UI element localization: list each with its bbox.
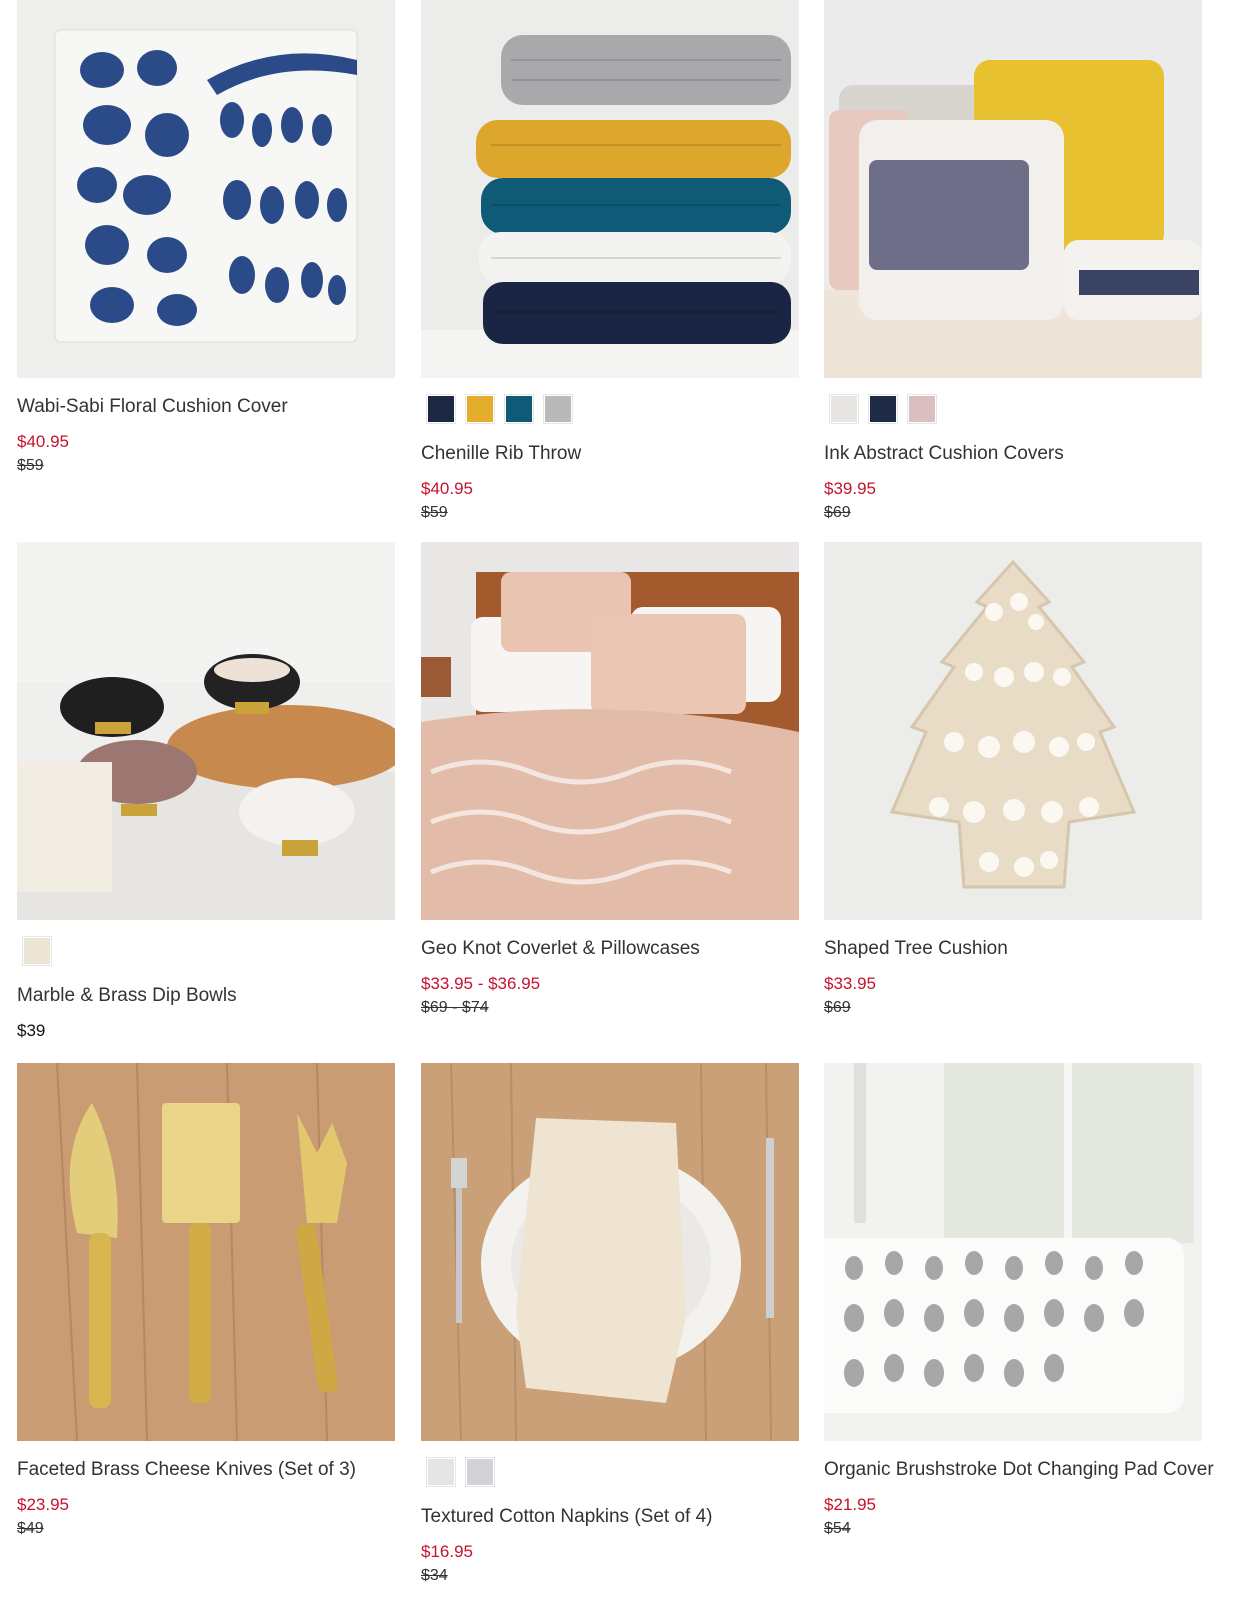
color-swatch[interactable] [907,394,937,424]
original-price: $59 [421,504,448,521]
product-title[interactable]: Organic Brushstroke Dot Changing Pad Cov… [824,1456,1214,1484]
color-swatch[interactable] [426,1457,456,1487]
original-price: $54 [824,1520,851,1537]
swatch-color [506,396,532,422]
product-image[interactable] [421,542,799,920]
color-swatches [421,394,799,424]
product-image[interactable] [17,0,395,378]
product-card[interactable]: Ink Abstract Cushion Covers $39.95 $69 [824,0,1202,524]
product-title[interactable]: Geo Knot Coverlet & Pillowcases [421,935,799,963]
color-swatches [824,394,1202,424]
product-image[interactable] [824,542,1202,920]
original-price: $69 - $74 [421,999,489,1016]
product-image[interactable] [17,542,395,920]
color-swatch[interactable] [465,394,495,424]
product-image[interactable] [421,0,799,378]
product-image[interactable] [421,1063,799,1441]
color-swatch[interactable] [426,394,456,424]
sale-price: $40.95 [17,432,69,451]
original-price: $69 [824,504,851,521]
product-image[interactable] [824,1063,1202,1441]
color-swatch[interactable] [504,394,534,424]
product-card[interactable]: Geo Knot Coverlet & Pillowcases $33.95 -… [421,542,799,1019]
sale-price: $21.95 [824,1495,876,1514]
swatch-color [909,396,935,422]
product-title[interactable]: Textured Cotton Napkins (Set of 4) [421,1503,799,1531]
product-title[interactable]: Faceted Brass Cheese Knives (Set of 3) [17,1456,395,1484]
product-title[interactable]: Marble & Brass Dip Bowls [17,982,395,1010]
original-price: $59 [17,457,44,474]
product-title[interactable]: Chenille Rib Throw [421,440,799,468]
original-price: $34 [421,1567,448,1584]
product-title[interactable]: Shaped Tree Cushion [824,935,1202,963]
swatch-color [24,938,50,964]
product-card[interactable]: Marble & Brass Dip Bowls $39 [17,542,395,1042]
color-swatch[interactable] [22,936,52,966]
swatch-color [428,1459,454,1485]
regular-price: $39 [17,1021,46,1040]
product-card[interactable]: Organic Brushstroke Dot Changing Pad Cov… [824,1063,1214,1540]
original-price: $69 [824,999,851,1016]
sale-price: $39.95 [824,479,876,498]
swatch-color [428,396,454,422]
product-title[interactable]: Ink Abstract Cushion Covers [824,440,1202,468]
product-card[interactable]: Wabi-Sabi Floral Cushion Cover $40.95 $5… [17,0,395,477]
product-title[interactable]: Wabi-Sabi Floral Cushion Cover [17,393,395,421]
product-card[interactable]: Textured Cotton Napkins (Set of 4) $16.9… [421,1063,799,1587]
swatch-color [831,396,857,422]
swatch-color [467,396,493,422]
sale-price: $23.95 [17,1495,69,1514]
product-image[interactable] [824,0,1202,378]
product-image[interactable] [17,1063,395,1441]
sale-price: $16.95 [421,1542,473,1561]
product-card[interactable]: Shaped Tree Cushion $33.95 $69 [824,542,1202,1019]
product-card[interactable]: Faceted Brass Cheese Knives (Set of 3) $… [17,1063,395,1540]
original-price: $49 [17,1520,44,1537]
sale-price: $33.95 [824,974,876,993]
color-swatch[interactable] [829,394,859,424]
swatch-color [870,396,896,422]
sale-price: $33.95 - $36.95 [421,974,541,993]
color-swatch[interactable] [543,394,573,424]
product-card[interactable]: Chenille Rib Throw $40.95 $59 [421,0,799,524]
color-swatch[interactable] [465,1457,495,1487]
color-swatch[interactable] [868,394,898,424]
sale-price: $40.95 [421,479,473,498]
swatch-color [545,396,571,422]
color-swatches [421,1457,799,1487]
swatch-color [467,1459,493,1485]
color-swatches [17,936,395,966]
